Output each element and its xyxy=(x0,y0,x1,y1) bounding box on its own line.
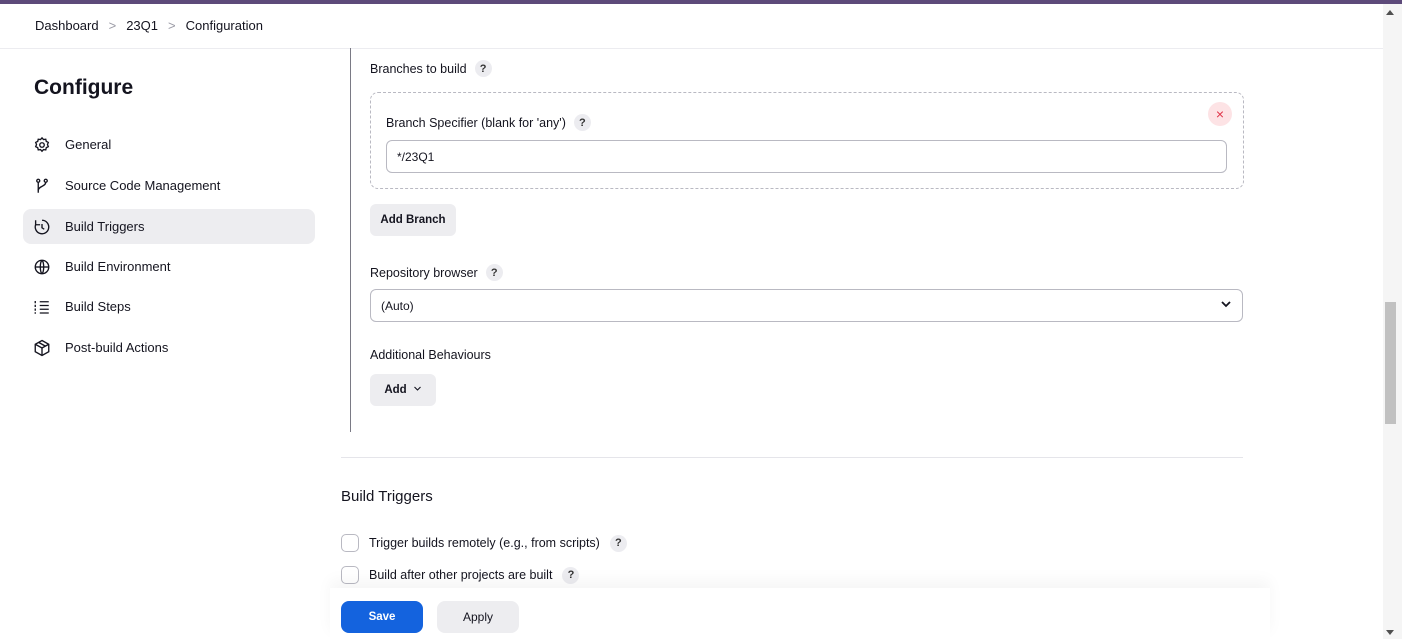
breadcrumb: Dashboard > 23Q1 > Configuration xyxy=(35,18,263,33)
package-icon xyxy=(33,339,51,357)
sidebar-item-build-environment[interactable]: Build Environment xyxy=(23,249,315,284)
sidebar-item-post-build-actions[interactable]: Post-build Actions xyxy=(23,330,315,365)
save-button[interactable]: Save xyxy=(341,601,423,633)
branches-to-build-label: Branches to build ? xyxy=(370,60,492,77)
branch-specifier-input[interactable]: */23Q1 xyxy=(386,140,1227,173)
scroll-down-arrow-icon[interactable] xyxy=(1386,630,1394,635)
trigger-remotely-option: Trigger builds remotely (e.g., from scri… xyxy=(341,534,627,552)
sidebar-item-general[interactable]: General xyxy=(23,127,315,162)
header-accent-bar xyxy=(0,0,1402,4)
build-after-other-label[interactable]: Build after other projects are built xyxy=(369,568,552,582)
scroll-up-arrow-icon[interactable] xyxy=(1386,10,1394,15)
close-icon[interactable]: × xyxy=(1208,102,1232,126)
help-icon[interactable]: ? xyxy=(573,114,591,131)
trigger-remotely-label[interactable]: Trigger builds remotely (e.g., from scri… xyxy=(369,536,600,550)
sidebar-item-source-code-management[interactable]: Source Code Management xyxy=(23,168,315,203)
gear-icon xyxy=(33,136,51,154)
help-icon[interactable]: ? xyxy=(474,60,492,77)
chevron-down-icon xyxy=(1220,298,1232,313)
branch-icon xyxy=(33,177,51,195)
repository-browser-label: Repository browser ? xyxy=(370,264,503,281)
sidebar-item-label: Build Environment xyxy=(65,259,171,274)
breadcrumb-configuration[interactable]: Configuration xyxy=(186,18,263,33)
chevron-down-icon xyxy=(413,384,422,396)
help-icon[interactable]: ? xyxy=(609,534,627,552)
add-branch-button[interactable]: Add Branch xyxy=(370,204,456,236)
chevron-right-icon: > xyxy=(108,18,117,33)
build-after-other-checkbox[interactable] xyxy=(341,566,359,584)
timer-icon xyxy=(33,218,51,236)
additional-behaviours-label: Additional Behaviours xyxy=(370,348,491,362)
section-indent-line xyxy=(350,48,351,432)
repository-browser-select[interactable]: (Auto) xyxy=(370,289,1243,322)
additional-behaviours-text: Additional Behaviours xyxy=(370,348,491,362)
help-icon[interactable]: ? xyxy=(562,566,580,584)
trigger-remotely-checkbox[interactable] xyxy=(341,534,359,552)
apply-button[interactable]: Apply xyxy=(437,601,519,633)
repository-browser-text: Repository browser xyxy=(370,265,478,280)
globe-icon xyxy=(33,258,51,276)
scrollbar-thumb[interactable] xyxy=(1385,302,1396,424)
sidebar-item-build-steps[interactable]: Build Steps xyxy=(23,289,315,324)
page-title: Configure xyxy=(34,76,134,99)
sidebar-item-label: Build Triggers xyxy=(65,219,145,234)
build-after-other-option: Build after other projects are built ? xyxy=(341,566,580,584)
sidebar-item-label: Source Code Management xyxy=(65,178,221,193)
repository-browser-value: (Auto) xyxy=(381,298,414,313)
breadcrumb-job[interactable]: 23Q1 xyxy=(126,18,158,33)
build-triggers-title: Build Triggers xyxy=(341,488,433,505)
branches-to-build-text: Branches to build xyxy=(370,61,467,76)
chevron-right-icon: > xyxy=(168,18,176,33)
section-divider xyxy=(341,457,1243,458)
add-button-label: Add xyxy=(384,384,407,396)
breadcrumb-dashboard[interactable]: Dashboard xyxy=(35,18,99,33)
sidebar-item-label: Build Steps xyxy=(65,299,131,314)
list-icon xyxy=(33,298,51,316)
sidebar-item-label: General xyxy=(65,137,112,152)
branch-specifier-label: Branch Specifier (blank for 'any') ? xyxy=(386,114,591,131)
header-divider xyxy=(0,48,1383,49)
add-behaviour-button[interactable]: Add xyxy=(370,374,436,406)
help-icon[interactable]: ? xyxy=(485,264,503,281)
sidebar-item-label: Post-build Actions xyxy=(65,340,169,355)
branch-specifier-text: Branch Specifier (blank for 'any') xyxy=(386,115,566,130)
sidebar-item-build-triggers[interactable]: Build Triggers xyxy=(23,209,315,244)
